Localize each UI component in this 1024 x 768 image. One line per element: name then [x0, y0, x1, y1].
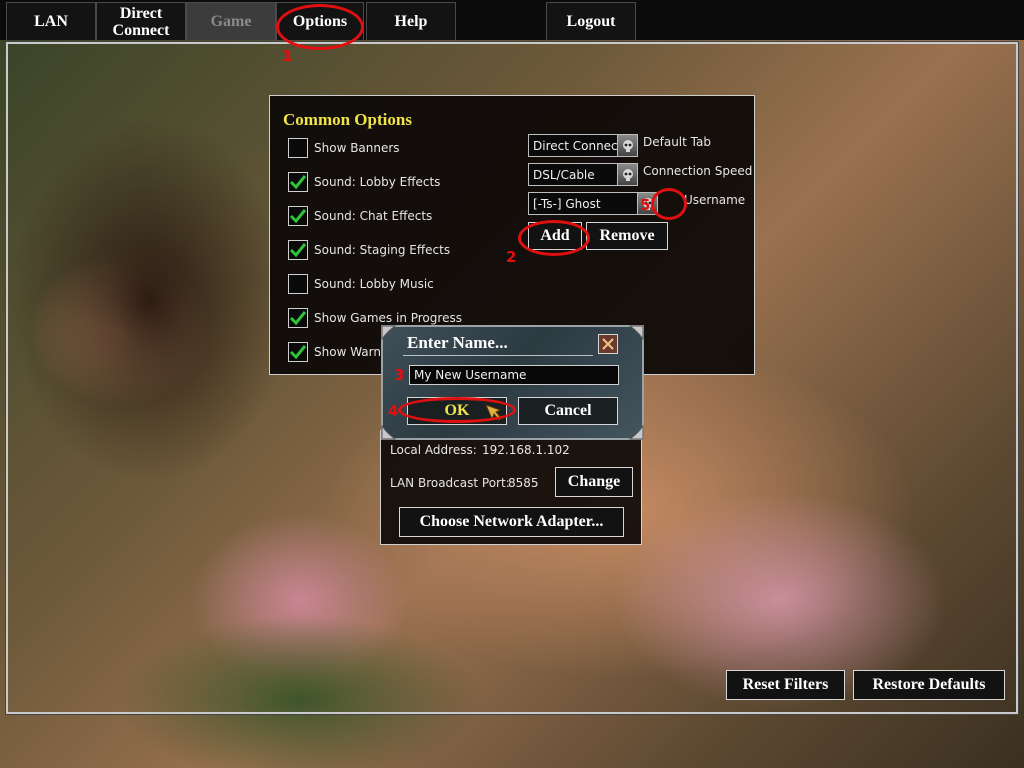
- name-input[interactable]: My New Username: [409, 365, 619, 385]
- checkbox[interactable]: [288, 206, 308, 226]
- checkmark-icon: [289, 175, 307, 190]
- option-sound-staging-effects[interactable]: Sound: Staging Effects: [288, 240, 450, 260]
- option-label: Sound: Lobby Effects: [314, 175, 441, 189]
- tab-logout[interactable]: Logout: [546, 2, 636, 40]
- checkmark-icon: [289, 311, 307, 326]
- tab-lan[interactable]: LAN: [6, 2, 96, 40]
- annotation-number: 1: [282, 47, 293, 65]
- username-select[interactable]: [-Ts-] Ghost: [528, 192, 658, 215]
- close-icon[interactable]: [598, 334, 618, 354]
- ornament-icon: [381, 325, 397, 341]
- checkbox[interactable]: [288, 274, 308, 294]
- choose-network-adapter-button[interactable]: Choose Network Adapter...: [399, 507, 624, 537]
- annotation-ring-ok: [398, 397, 516, 423]
- option-label: Show Banners: [314, 141, 400, 155]
- dialog-title: Enter Name...: [407, 333, 508, 352]
- checkmark-icon: [289, 345, 307, 360]
- checkbox[interactable]: [288, 138, 308, 158]
- annotation-ring-username-button: [651, 188, 687, 220]
- tab-game[interactable]: Game: [186, 2, 276, 40]
- restore-defaults-button[interactable]: Restore Defaults: [853, 670, 1005, 700]
- tab-direct-connect[interactable]: Direct Connect: [96, 2, 186, 40]
- annotation-ring-options: [276, 4, 364, 50]
- option-label: Show Warn: [314, 345, 381, 359]
- connection-speed-select[interactable]: DSL/Cable: [528, 163, 638, 186]
- checkmark-icon: [289, 209, 307, 224]
- broadcast-port-value: 8585: [508, 476, 539, 490]
- option-label: Sound: Lobby Music: [314, 277, 434, 291]
- ornament-icon: [381, 424, 397, 440]
- connection-speed-value: DSL/Cable: [533, 167, 595, 182]
- tab-help[interactable]: Help: [366, 2, 456, 40]
- option-sound-lobby-effects[interactable]: Sound: Lobby Effects: [288, 172, 440, 192]
- option-sound-lobby-music[interactable]: Sound: Lobby Music: [288, 274, 434, 294]
- local-address-label: Local Address:: [390, 443, 477, 457]
- username-label: Username: [684, 193, 746, 207]
- network-panel: Local Address: 192.168.1.102 LAN Broadca…: [380, 430, 642, 545]
- enter-name-dialog: Enter Name... My New Username OK Cancel: [381, 325, 644, 440]
- option-show-warn[interactable]: Show Warn: [288, 342, 381, 362]
- tab-bar: LAN Direct Connect Game Options Help Log…: [0, 0, 1024, 40]
- annotation-number: 4: [388, 402, 399, 420]
- dialog-divider: [403, 355, 593, 356]
- reset-filters-button[interactable]: Reset Filters: [726, 670, 845, 700]
- broadcast-port-label: LAN Broadcast Port:: [390, 476, 510, 490]
- annotation-number: 2: [506, 248, 517, 266]
- annotation-number: 3: [394, 366, 405, 384]
- option-sound-chat-effects[interactable]: Sound: Chat Effects: [288, 206, 432, 226]
- default-tab-label: Default Tab: [643, 135, 711, 149]
- annotation-ring-add: [518, 220, 590, 256]
- cancel-button[interactable]: Cancel: [518, 397, 618, 425]
- change-port-button[interactable]: Change: [555, 467, 633, 497]
- checkbox[interactable]: [288, 240, 308, 260]
- ornament-icon: [628, 424, 644, 440]
- option-label: Sound: Chat Effects: [314, 209, 433, 223]
- option-label: Sound: Staging Effects: [314, 243, 451, 257]
- local-address-value: 192.168.1.102: [482, 443, 570, 457]
- checkbox[interactable]: [288, 308, 308, 328]
- default-tab-select[interactable]: Direct Connect: [528, 134, 638, 157]
- skull-icon[interactable]: [617, 164, 637, 185]
- common-options-title: Common Options: [283, 110, 412, 129]
- annotation-number: 5: [640, 196, 651, 214]
- default-tab-value: Direct Connect: [533, 138, 617, 153]
- checkbox[interactable]: [288, 342, 308, 362]
- checkmark-icon: [289, 243, 307, 258]
- skull-icon[interactable]: [617, 135, 637, 156]
- checkbox[interactable]: [288, 172, 308, 192]
- ornament-icon: [628, 325, 644, 341]
- remove-button[interactable]: Remove: [586, 222, 668, 250]
- username-value: [-Ts-] Ghost: [533, 196, 601, 211]
- option-label: Show Games in Progress: [314, 311, 462, 325]
- connection-speed-label: Connection Speed: [643, 164, 753, 178]
- option-show-banners[interactable]: Show Banners: [288, 138, 400, 158]
